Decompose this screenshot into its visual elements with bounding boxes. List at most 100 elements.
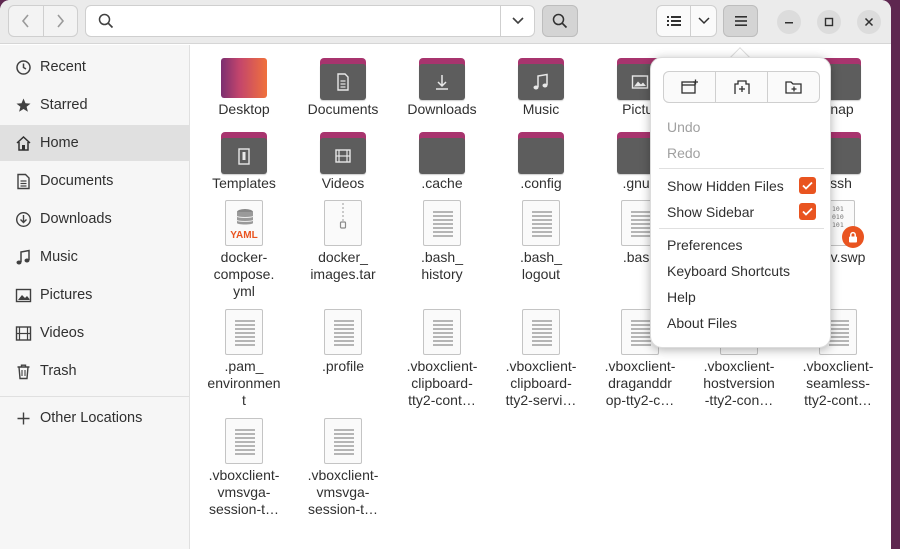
chevron-right-icon bbox=[57, 14, 65, 28]
menu-item-help[interactable]: Help bbox=[667, 289, 696, 305]
file-name: .pam_ environmen t bbox=[207, 358, 281, 408]
plus-icon bbox=[17, 412, 30, 425]
sidebar: Recent Starred Home Documents Downloads … bbox=[0, 45, 190, 549]
archive-file-icon bbox=[320, 200, 366, 246]
show-hidden-files-checkbox[interactable] bbox=[799, 177, 816, 194]
new-window-icon bbox=[680, 79, 698, 94]
menu-item-keyboard-shortcuts[interactable]: Keyboard Shortcuts bbox=[667, 263, 790, 279]
sidebar-item-label: Downloads bbox=[40, 211, 112, 227]
chevron-left-icon bbox=[21, 14, 29, 28]
new-window-button[interactable] bbox=[664, 72, 715, 102]
file-name: .vboxclient- draganddr op-tty2-c… bbox=[604, 358, 676, 408]
back-button[interactable] bbox=[9, 6, 43, 36]
sidebar-item-label: Trash bbox=[40, 363, 77, 379]
zipper-icon bbox=[339, 203, 347, 229]
menu-item-preferences[interactable]: Preferences bbox=[667, 237, 742, 253]
files-window: Recent Starred Home Documents Downloads … bbox=[0, 0, 891, 549]
search-button[interactable] bbox=[542, 5, 578, 37]
main-menu-button[interactable] bbox=[723, 5, 758, 37]
header-bar bbox=[0, 0, 891, 44]
menu-item-undo[interactable]: Undo bbox=[667, 119, 700, 135]
text-file-icon bbox=[221, 418, 267, 464]
search-icon bbox=[98, 13, 114, 29]
file-name: .profile bbox=[321, 358, 365, 374]
file-name: .vboxclient- hostversion -tty2-con… bbox=[703, 358, 775, 408]
file-name: Downloads bbox=[407, 101, 477, 117]
lock-icon bbox=[842, 226, 864, 248]
list-view-icon bbox=[666, 16, 681, 26]
sidebar-item-label: Documents bbox=[40, 173, 114, 189]
text-file-icon bbox=[419, 200, 465, 246]
menu-item-show-hidden-files[interactable]: Show Hidden Files bbox=[667, 178, 784, 194]
sidebar-item-label: Recent bbox=[40, 59, 86, 75]
picture-icon bbox=[15, 288, 32, 303]
file-name: .vboxclient- clipboard- tty2-servi… bbox=[505, 358, 577, 408]
maximize-button[interactable] bbox=[817, 10, 841, 34]
sidebar-item-recent[interactable]: Recent bbox=[0, 49, 190, 85]
minimize-button[interactable] bbox=[777, 10, 801, 34]
file-name: Desktop bbox=[218, 101, 270, 117]
file-name: .vboxclient- vmsvga- session-t… bbox=[307, 467, 379, 517]
binary-digits: 101 010 101 bbox=[832, 205, 844, 229]
search-icon bbox=[552, 13, 568, 29]
menu-separator bbox=[659, 168, 824, 169]
menu-item-redo[interactable]: Redo bbox=[667, 145, 700, 161]
new-folder-button[interactable] bbox=[767, 72, 819, 102]
music-icon bbox=[16, 249, 30, 265]
trash-icon bbox=[17, 364, 30, 380]
sidebar-item-starred[interactable]: Starred bbox=[0, 87, 190, 123]
folder-icon bbox=[518, 56, 564, 102]
picture-icon bbox=[631, 75, 649, 89]
video-icon bbox=[15, 326, 32, 341]
text-file-icon bbox=[419, 309, 465, 355]
sidebar-item-label: Starred bbox=[40, 97, 88, 113]
forward-button[interactable] bbox=[42, 6, 78, 36]
text-file-icon bbox=[518, 309, 564, 355]
new-tab-button[interactable] bbox=[715, 72, 767, 102]
file-name: .vboxclient- vmsvga- session-t… bbox=[208, 467, 280, 517]
file-name: Templates bbox=[212, 175, 276, 191]
close-icon bbox=[864, 17, 874, 27]
sidebar-item-downloads[interactable]: Downloads bbox=[0, 201, 190, 237]
folder-icon bbox=[419, 56, 465, 102]
close-button[interactable] bbox=[857, 10, 881, 34]
home-icon bbox=[16, 135, 31, 151]
clock-icon bbox=[16, 60, 31, 75]
sidebar-item-other-locations[interactable]: Other Locations bbox=[0, 400, 190, 436]
hamburger-icon bbox=[734, 16, 747, 26]
file-name: docker_ images.tar bbox=[310, 249, 376, 282]
star-icon bbox=[16, 98, 31, 112]
file-name: Music bbox=[522, 101, 560, 117]
yaml-badge: YAML bbox=[230, 230, 258, 241]
checkmark-icon bbox=[802, 207, 813, 216]
sidebar-item-music[interactable]: Music bbox=[0, 239, 190, 275]
file-name: Videos bbox=[321, 175, 365, 191]
location-bar[interactable] bbox=[85, 5, 535, 37]
template-icon bbox=[238, 148, 250, 165]
document-icon bbox=[17, 173, 30, 190]
show-sidebar-checkbox[interactable] bbox=[799, 203, 816, 220]
sidebar-item-videos[interactable]: Videos bbox=[0, 315, 190, 351]
text-file-icon bbox=[518, 200, 564, 246]
sidebar-item-trash[interactable]: Trash bbox=[0, 353, 190, 389]
sidebar-item-label: Home bbox=[40, 135, 79, 151]
new-tab-icon bbox=[733, 80, 750, 94]
text-file-icon bbox=[221, 309, 267, 355]
sidebar-item-home[interactable]: Home bbox=[0, 125, 190, 161]
chevron-down-icon bbox=[698, 17, 710, 25]
sidebar-item-pictures[interactable]: Pictures bbox=[0, 277, 190, 313]
sidebar-item-documents[interactable]: Documents bbox=[0, 163, 190, 199]
minimize-icon bbox=[785, 22, 793, 24]
list-view-button[interactable] bbox=[657, 6, 690, 36]
view-options bbox=[656, 5, 717, 37]
folder-icon bbox=[221, 130, 267, 176]
view-dropdown-button[interactable] bbox=[690, 6, 716, 36]
document-icon bbox=[337, 73, 349, 91]
sidebar-item-label: Other Locations bbox=[40, 410, 143, 426]
menu-item-show-sidebar[interactable]: Show Sidebar bbox=[667, 204, 754, 220]
file-name: .vboxclient- seamless- tty2-cont… bbox=[802, 358, 874, 408]
sidebar-divider bbox=[0, 396, 190, 397]
new-folder-icon bbox=[784, 81, 802, 94]
location-dropdown-button[interactable] bbox=[500, 6, 534, 36]
menu-item-about-files[interactable]: About Files bbox=[667, 315, 737, 331]
